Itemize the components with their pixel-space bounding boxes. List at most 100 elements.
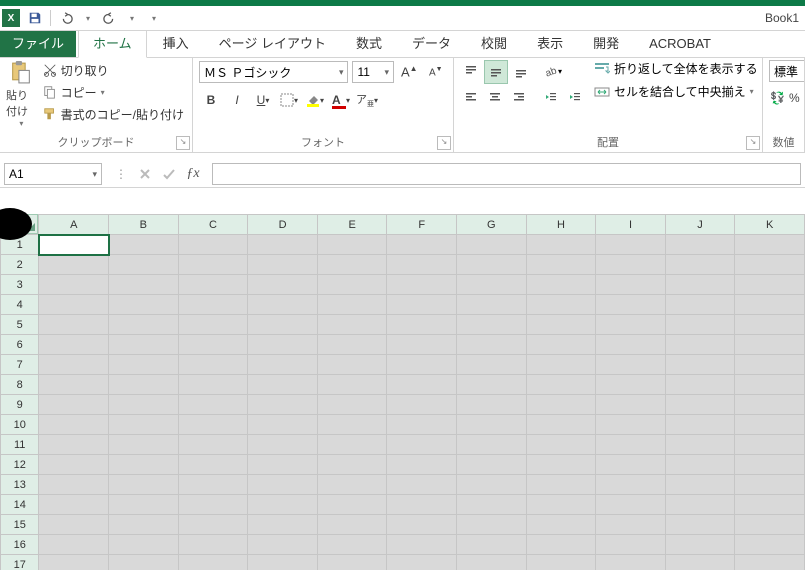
- cell[interactable]: [109, 475, 179, 495]
- align-bottom-button[interactable]: [510, 60, 532, 82]
- cell[interactable]: [457, 515, 527, 535]
- cell[interactable]: [317, 395, 387, 415]
- cell[interactable]: [526, 475, 596, 495]
- copy-button[interactable]: コピー ▾: [41, 82, 186, 102]
- row-header[interactable]: 4: [1, 295, 39, 315]
- cell[interactable]: [665, 475, 735, 495]
- cell[interactable]: [178, 255, 248, 275]
- qat-customize-dropdown[interactable]: ▾: [143, 7, 165, 29]
- cell[interactable]: [457, 235, 527, 255]
- cell[interactable]: [178, 355, 248, 375]
- cell[interactable]: [526, 555, 596, 570]
- cell[interactable]: [317, 515, 387, 535]
- column-header[interactable]: H: [526, 215, 596, 235]
- italic-button[interactable]: I: [225, 88, 249, 112]
- cell[interactable]: [109, 335, 179, 355]
- cell[interactable]: [735, 295, 805, 315]
- cell[interactable]: [39, 315, 109, 335]
- functions-dropdown[interactable]: ⋮: [110, 163, 132, 185]
- cell[interactable]: [387, 555, 457, 570]
- column-header[interactable]: I: [596, 215, 666, 235]
- cell[interactable]: [596, 335, 666, 355]
- cell[interactable]: [178, 375, 248, 395]
- cell[interactable]: [39, 235, 109, 255]
- cell[interactable]: [596, 375, 666, 395]
- cell[interactable]: [457, 475, 527, 495]
- cell[interactable]: [387, 375, 457, 395]
- cell[interactable]: [39, 355, 109, 375]
- fill-color-button[interactable]: ▾: [303, 88, 327, 112]
- cell[interactable]: [457, 555, 527, 570]
- cell[interactable]: [317, 475, 387, 495]
- cell[interactable]: [735, 275, 805, 295]
- cell[interactable]: [665, 255, 735, 275]
- cell[interactable]: [526, 415, 596, 435]
- cell[interactable]: [665, 415, 735, 435]
- column-header[interactable]: A: [39, 215, 109, 235]
- cell[interactable]: [317, 495, 387, 515]
- cell[interactable]: [39, 275, 109, 295]
- column-header[interactable]: C: [178, 215, 248, 235]
- align-right-button[interactable]: [508, 86, 530, 108]
- row-header[interactable]: 2: [1, 255, 39, 275]
- column-header[interactable]: K: [735, 215, 805, 235]
- cell[interactable]: [178, 555, 248, 570]
- tab-formulas[interactable]: 数式: [342, 31, 396, 57]
- tab-review[interactable]: 校閲: [467, 31, 521, 57]
- cell[interactable]: [735, 555, 805, 570]
- cell[interactable]: [39, 295, 109, 315]
- cell[interactable]: [178, 235, 248, 255]
- cell[interactable]: [596, 515, 666, 535]
- cell[interactable]: [735, 255, 805, 275]
- cell[interactable]: [457, 375, 527, 395]
- row-header[interactable]: 13: [1, 475, 39, 495]
- cell[interactable]: [178, 315, 248, 335]
- font-launcher[interactable]: ↘: [437, 136, 451, 150]
- cell[interactable]: [248, 355, 318, 375]
- cell[interactable]: [665, 495, 735, 515]
- cell[interactable]: [665, 555, 735, 570]
- cell[interactable]: [248, 535, 318, 555]
- cell[interactable]: [596, 555, 666, 570]
- cell[interactable]: [735, 475, 805, 495]
- increase-indent-button[interactable]: [564, 86, 586, 108]
- cell[interactable]: [109, 535, 179, 555]
- save-button[interactable]: [24, 7, 46, 29]
- cell[interactable]: [665, 315, 735, 335]
- cell[interactable]: [665, 375, 735, 395]
- tab-file[interactable]: ファイル: [0, 31, 76, 57]
- cell[interactable]: [39, 535, 109, 555]
- cell[interactable]: [387, 495, 457, 515]
- cell[interactable]: [317, 355, 387, 375]
- undo-dropdown[interactable]: ▾: [77, 7, 99, 29]
- cell[interactable]: [109, 455, 179, 475]
- cell[interactable]: [109, 515, 179, 535]
- cell[interactable]: [109, 235, 179, 255]
- cell[interactable]: [178, 475, 248, 495]
- cell[interactable]: [665, 535, 735, 555]
- clipboard-launcher[interactable]: ↘: [176, 136, 190, 150]
- cell[interactable]: [596, 295, 666, 315]
- cell[interactable]: [39, 475, 109, 495]
- border-button[interactable]: ▾: [277, 88, 301, 112]
- cell[interactable]: [178, 455, 248, 475]
- cell[interactable]: [596, 415, 666, 435]
- cell[interactable]: [735, 355, 805, 375]
- cell[interactable]: [248, 555, 318, 570]
- font-color-button[interactable]: A▾: [329, 88, 353, 112]
- alignment-launcher[interactable]: ↘: [746, 136, 760, 150]
- cell[interactable]: [735, 435, 805, 455]
- cancel-formula-button[interactable]: [134, 163, 156, 185]
- align-middle-button[interactable]: [484, 60, 508, 84]
- cell[interactable]: [526, 275, 596, 295]
- row-header[interactable]: 15: [1, 515, 39, 535]
- align-center-button[interactable]: [484, 86, 506, 108]
- cell[interactable]: [457, 295, 527, 315]
- cell[interactable]: [317, 235, 387, 255]
- cell[interactable]: [39, 495, 109, 515]
- cell[interactable]: [317, 335, 387, 355]
- cell[interactable]: [39, 255, 109, 275]
- row-header[interactable]: 11: [1, 435, 39, 455]
- tab-data[interactable]: データ: [398, 31, 465, 57]
- cell[interactable]: [457, 435, 527, 455]
